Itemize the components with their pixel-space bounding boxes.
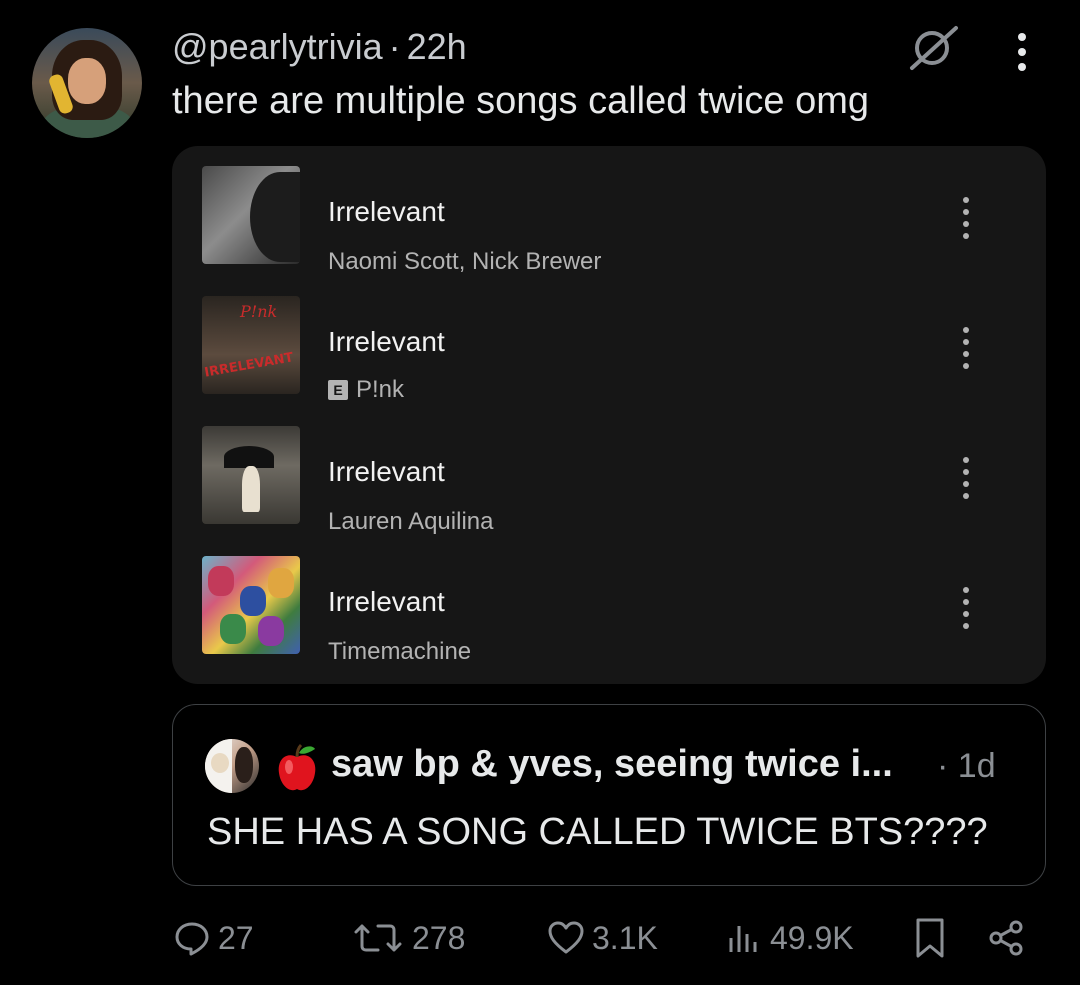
share-button[interactable] [986, 916, 1026, 960]
quoted-text: SHE HAS A SONG CALLED TWICE BTS???? [207, 811, 988, 853]
track-artist: Timemachine [328, 638, 472, 665]
header-separator: · [388, 26, 401, 67]
post-text: there are multiple songs called twice om… [172, 80, 870, 122]
track-row[interactable]: Irrelevant Lauren Aquilina [172, 426, 1046, 536]
author-avatar[interactable] [32, 28, 142, 138]
quoted-post[interactable]: saw bp & yves, seeing twice i... · 1d SH… [172, 704, 1046, 886]
like-count: 3.1K [592, 919, 658, 956]
post-timestamp[interactable]: 22h [407, 26, 467, 67]
views-chart-icon [729, 926, 757, 952]
reply-icon [175, 922, 209, 956]
album-art-title: IRRELEVANT [203, 350, 295, 381]
more-vertical-icon[interactable] [956, 324, 976, 374]
repost-button[interactable]: 278 [350, 916, 465, 960]
quoted-timestamp: · 1d [937, 747, 996, 786]
like-button[interactable]: 3.1K [546, 916, 658, 960]
more-vertical-icon[interactable] [1012, 32, 1032, 72]
bookmark-button[interactable] [910, 916, 950, 960]
track-title: Irrelevant [328, 586, 445, 617]
repost-icon [354, 924, 402, 952]
track-row[interactable]: Irrelevant Naomi Scott, Nick Brewer [172, 166, 1046, 276]
more-vertical-icon[interactable] [956, 194, 976, 244]
track-artist: P!nk [356, 376, 405, 403]
heart-icon [548, 921, 584, 954]
views-button[interactable]: 49.9K [724, 916, 854, 960]
track-row[interactable]: P!nk IRRELEVANT Irrelevant E P!nk [172, 296, 1046, 406]
album-art [202, 556, 300, 654]
embedded-image-playlist[interactable]: Irrelevant Naomi Scott, Nick Brewer P!nk… [172, 146, 1046, 684]
share-icon [989, 920, 1023, 956]
quoted-author-avatar [205, 739, 259, 793]
track-title: Irrelevant [328, 196, 445, 227]
track-artist: Naomi Scott, Nick Brewer [328, 248, 602, 275]
post-header: @pearlytrivia · 22h [172, 26, 467, 68]
more-vertical-icon[interactable] [956, 584, 976, 634]
quote-separator: · [937, 747, 949, 785]
album-art [202, 426, 300, 524]
track-row[interactable]: Irrelevant Timemachine [172, 556, 1046, 666]
author-handle[interactable]: @pearlytrivia [172, 26, 383, 67]
explicit-badge: E [328, 380, 348, 400]
repost-count: 278 [412, 919, 466, 956]
bookmark-icon [916, 918, 944, 958]
quote-time: 1d [957, 747, 996, 785]
reply-count: 27 [218, 919, 254, 956]
track-artist-row: E P!nk [328, 376, 404, 404]
track-artist: Lauren Aquilina [328, 508, 494, 535]
album-art: P!nk IRRELEVANT [202, 296, 300, 394]
reply-button[interactable]: 27 [172, 916, 254, 960]
track-title: Irrelevant [328, 326, 445, 357]
album-art [202, 166, 300, 264]
more-vertical-icon[interactable] [956, 454, 976, 504]
album-art-logo: P!nk [240, 302, 278, 321]
views-count: 49.9K [770, 919, 854, 956]
quoted-author-name: saw bp & yves, seeing twice i... [331, 743, 893, 785]
apple-emoji [278, 743, 316, 791]
track-title: Irrelevant [328, 456, 445, 487]
grok-icon[interactable] [906, 24, 962, 72]
